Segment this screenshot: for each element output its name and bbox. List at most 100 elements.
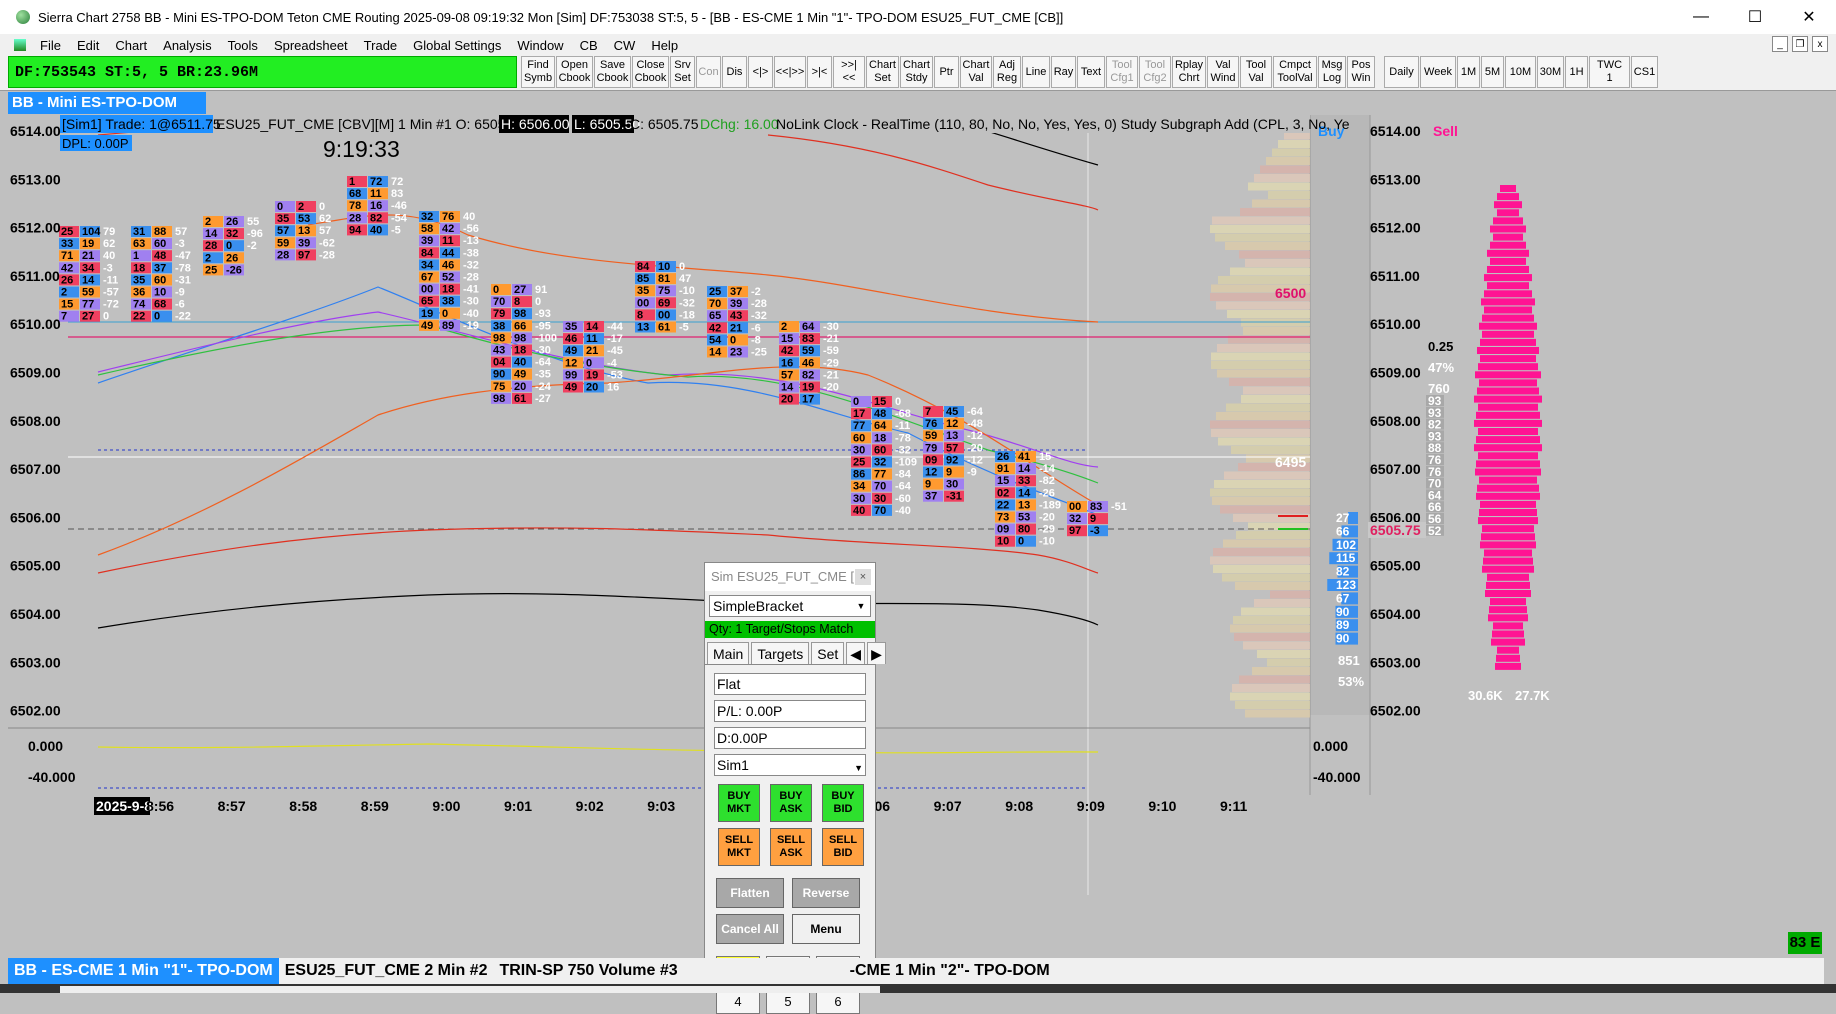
toolbar-button-19[interactable]: Tool Cfg1 [1106, 56, 1138, 88]
toolbar-button-3[interactable]: Close Cbook [632, 56, 669, 88]
minimize-button[interactable]: — [1674, 0, 1728, 34]
toolbar-button-31[interactable]: 10M [1505, 56, 1536, 88]
footprint-value: -32 [463, 259, 479, 271]
menu-item-help[interactable]: Help [643, 38, 686, 53]
tab-scroll-right-icon[interactable]: ▶ [867, 642, 886, 664]
toolbar-button-5[interactable]: Con [696, 56, 721, 88]
chart-tab-0[interactable]: BB - ES-CME 1 Min "1"- TPO-DOM [8, 958, 279, 984]
footprint-value: -59 [823, 345, 839, 357]
footprint-value: 09 [997, 524, 1009, 536]
chart-tab-2[interactable]: TRIN-SP 750 Volume #3 [493, 958, 683, 984]
toolbar-button-1[interactable]: Open Cbook [556, 56, 593, 88]
sell-bid-button[interactable]: SELL BID [822, 828, 864, 866]
toolbar-button-27[interactable]: Daily [1384, 56, 1419, 88]
menu-item-file[interactable]: File [32, 38, 69, 53]
trade-window[interactable]: Sim ESU25_FUT_CME [... × SimpleBracket ▼… [704, 562, 886, 1014]
price-label-right: 6514.00 [1370, 123, 1421, 139]
toolbar-button-8[interactable]: <<|>> [774, 56, 806, 88]
footprint-value: 59 [802, 345, 814, 357]
cancel-all-button[interactable]: Cancel All [716, 914, 784, 944]
close-button[interactable]: ✕ [1782, 0, 1836, 34]
reverse-button[interactable]: Reverse [792, 878, 860, 908]
toolbar-button-10[interactable]: >>|<< [833, 56, 865, 88]
toolbar-button-16[interactable]: Line [1022, 56, 1050, 88]
footprint-value: 68 [154, 299, 166, 311]
toolbar-button-32[interactable]: 30M [1537, 56, 1564, 88]
footprint-value: 25 [853, 457, 865, 469]
toolbar-button-13[interactable]: Ptr [934, 56, 959, 88]
menu-item-window[interactable]: Window [509, 38, 571, 53]
footprint-value: -18 [679, 309, 695, 321]
account-select[interactable]: Sim1 ▼ [714, 754, 866, 776]
menu-item-cb[interactable]: CB [572, 38, 606, 53]
toolbar-button-9[interactable]: >|< [807, 56, 832, 88]
toolbar-button-24[interactable]: Cmpct ToolVal [1273, 56, 1317, 88]
toolbar-button-25[interactable]: Msg Log [1318, 56, 1346, 88]
footprint-value: 13 [637, 322, 649, 334]
chart-canvas[interactable]: 65006495 2533714226215710419213414597727… [8, 115, 1824, 958]
chart-tab-3[interactable]: -CME 1 Min "2"- TPO-DOM [844, 958, 1056, 984]
trade-window-title[interactable]: Sim ESU25_FUT_CME [... × [705, 563, 875, 591]
maximize-button[interactable]: ☐ [1728, 0, 1782, 34]
buy-mkt-button[interactable]: BUY MKT [718, 784, 760, 822]
toolbar-button-33[interactable]: 1H [1565, 56, 1588, 88]
toolbar-button-17[interactable]: Ray [1051, 56, 1076, 88]
toolbar-button-0[interactable]: Find Symb [521, 56, 555, 88]
footprint-value: -93 [535, 308, 551, 320]
footprint-value: 62 [319, 213, 331, 225]
toolbar-button-7[interactable]: <|> [748, 56, 773, 88]
toolbar-button-30[interactable]: 5M [1481, 56, 1504, 88]
toolbar-button-6[interactable]: Dis [722, 56, 747, 88]
menu-item-analysis[interactable]: Analysis [155, 38, 219, 53]
sell-ask-button[interactable]: SELL ASK [770, 828, 812, 866]
toolbar-button-14[interactable]: Chart Val [960, 56, 992, 88]
tab-main[interactable]: Main [707, 642, 750, 664]
toolbar-button-23[interactable]: Tool Val [1240, 56, 1272, 88]
toolbar-button-11[interactable]: Chart Set [866, 56, 899, 88]
toolbar-button-18[interactable]: Text [1077, 56, 1105, 88]
menu-item-trade[interactable]: Trade [356, 38, 405, 53]
toolbar-button-29[interactable]: 1M [1457, 56, 1480, 88]
menu-button[interactable]: Menu [792, 914, 860, 944]
mdi-close-icon[interactable]: x [1812, 36, 1828, 52]
toolbar-button-28[interactable]: Week [1420, 56, 1456, 88]
menu-item-cw[interactable]: CW [606, 38, 644, 53]
footprint-value: 35 [637, 285, 649, 297]
toolbar-button-12[interactable]: Chart Stdy [900, 56, 933, 88]
buy-bid-button[interactable]: BUY BID [822, 784, 864, 822]
chart-region[interactable]: 6500 6495 25 33 71 42 26 2 15 7 104 19 21 34 14 59 77 27… [8, 115, 1824, 958]
menu-item-chart[interactable]: Chart [107, 38, 155, 53]
footprint-value: -56 [463, 223, 479, 235]
toolbar-button-26[interactable]: Pos Win [1347, 56, 1375, 88]
menu-item-global-settings[interactable]: Global Settings [405, 38, 509, 53]
tab-scroll-left-icon[interactable]: ◀ [846, 642, 866, 664]
footprint-value: 7 [61, 311, 67, 323]
tab-set[interactable]: Set [811, 642, 845, 664]
menu-item-tools[interactable]: Tools [220, 38, 266, 53]
sell-mkt-button[interactable]: SELL MKT [718, 828, 760, 866]
mdi-restore-icon[interactable]: ❐ [1792, 36, 1808, 52]
mdi-minimize-icon[interactable]: _ [1772, 36, 1788, 52]
footprint-value: 20 [586, 382, 598, 394]
toolbar-button-2[interactable]: Save Cbook [594, 56, 631, 88]
toolbar-button-34[interactable]: TWC 1 [1589, 56, 1630, 88]
tab-targets[interactable]: Targets [751, 642, 810, 664]
toolbar-button-20[interactable]: Tool Cfg2 [1139, 56, 1171, 88]
menu-item-spreadsheet[interactable]: Spreadsheet [266, 38, 356, 53]
chart-tab-1[interactable]: ESU25_FUT_CME 2 Min #2 [279, 958, 494, 984]
order-type-select[interactable]: SimpleBracket ▼ [709, 595, 871, 617]
flatten-button[interactable]: Flatten [716, 878, 784, 908]
footprint-value: 79 [493, 308, 505, 320]
profile-bar [1226, 403, 1310, 412]
toolbar-button-35[interactable]: CS1 [1631, 56, 1658, 88]
footprint-value: 57 [319, 225, 331, 237]
menu-item-edit[interactable]: Edit [69, 38, 107, 53]
trade-window-close-icon[interactable]: × [855, 569, 871, 585]
toolbar-button-22[interactable]: Val Wind [1207, 56, 1239, 88]
footprint-value: 60 [154, 238, 166, 250]
toolbar-button-15[interactable]: Adj Reg [993, 56, 1021, 88]
footprint-value: 25 [205, 264, 217, 276]
buy-ask-button[interactable]: BUY ASK [770, 784, 812, 822]
toolbar-button-21[interactable]: Rplay Chrt [1172, 56, 1206, 88]
toolbar-button-4[interactable]: Srv Set [670, 56, 695, 88]
